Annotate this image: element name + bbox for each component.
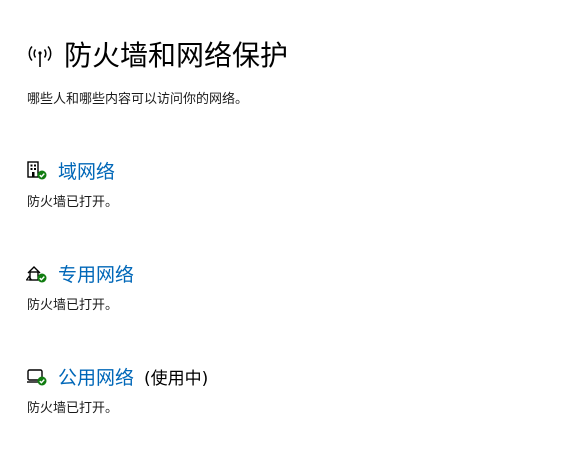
page-subtitle: 哪些人和哪些内容可以访问你的网络。 (27, 92, 249, 107)
domain-network-icon (26, 159, 48, 181)
private-network-link[interactable]: 专用网络 (58, 260, 134, 287)
domain-network-link[interactable]: 域网络 (58, 157, 115, 184)
firewall-status: 防火墙已打开。 (27, 195, 119, 210)
firewall-status: 防火墙已打开。 (27, 298, 119, 313)
network-header: 专用网络 (26, 258, 134, 288)
firewall-page: 防火墙和网络保护 哪些人和哪些内容可以访问你的网络。 域网络 防火墙已打开。 专… (0, 0, 570, 459)
public-network-link[interactable]: 公用网络 (58, 363, 134, 390)
network-section-domain: 域网络 防火墙已打开。 (26, 155, 119, 211)
active-network-badge: (使用中) (144, 368, 209, 389)
network-header: 域网络 (26, 155, 118, 185)
private-network-icon (26, 262, 48, 284)
page-header: 防火墙和网络保护 (26, 36, 288, 76)
network-section-public: 公用网络 (使用中) 防火墙已打开。 (26, 361, 208, 416)
wifi-antenna-icon (26, 42, 54, 70)
firewall-status: 防火墙已打开。 (27, 401, 119, 416)
network-header: 公用网络 (使用中) (26, 361, 208, 391)
public-network-icon (26, 365, 48, 387)
network-section-private: 专用网络 防火墙已打开。 (26, 258, 134, 313)
page-title: 防火墙和网络保护 (64, 39, 289, 72)
